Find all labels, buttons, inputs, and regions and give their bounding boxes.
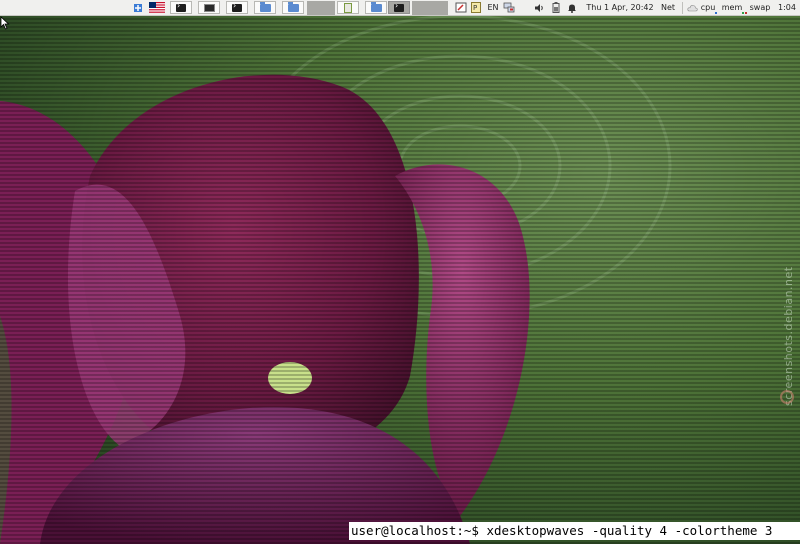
launcher-terminal[interactable]: [170, 1, 192, 14]
tray-cloud[interactable]: [686, 1, 698, 14]
battery-icon: [552, 2, 560, 13]
bell-icon: [568, 4, 576, 13]
cpu-meter: [715, 12, 717, 14]
launcher-terminal-window[interactable]: [198, 1, 220, 14]
terminal-icon: [176, 1, 186, 12]
folder-icon: [370, 1, 382, 12]
tray-network-status[interactable]: [502, 1, 516, 14]
terminal-command: xdesktopwaves -quality 4 -colortheme 3: [486, 523, 773, 538]
terminal-command-line[interactable]: user@localhost:~$ xdesktopwaves -quality…: [349, 522, 800, 540]
network-icon: [503, 2, 515, 13]
launcher-terminal-2[interactable]: [226, 1, 248, 14]
mem-meter: [742, 12, 744, 14]
net-monitor-label[interactable]: Net: [658, 1, 678, 14]
task-notes[interactable]: [337, 1, 359, 14]
folder-icon: [259, 1, 271, 12]
tray-tool-icon: [455, 2, 467, 13]
tray-network-manager[interactable]: [454, 1, 468, 14]
notifications-button[interactable]: [566, 1, 578, 14]
cloud-icon: [686, 4, 698, 11]
svg-text:P: P: [473, 4, 477, 12]
task-folder[interactable]: [365, 1, 387, 14]
notes-icon: [344, 2, 352, 13]
taskbar-spacer-2: [412, 1, 448, 15]
tray-separator: [682, 2, 683, 14]
battery-indicator[interactable]: [550, 1, 562, 14]
swap-meter: [745, 12, 747, 14]
mem-monitor[interactable]: mem: [720, 1, 744, 14]
folder-icon: [287, 1, 299, 12]
keyboard-layout-indicator[interactable]: EN: [486, 1, 500, 14]
speaker-icon: [534, 3, 543, 12]
swap-monitor[interactable]: swap: [745, 1, 773, 14]
terminal-icon: [232, 1, 242, 12]
launcher-folder-2[interactable]: [282, 1, 304, 14]
load-average[interactable]: 1:04: [776, 1, 798, 14]
task-terminal[interactable]: [388, 1, 410, 14]
tray-clipboard[interactable]: P: [470, 1, 482, 14]
watermark-text: screenshots.debian.net: [782, 266, 795, 406]
terminal-icon: [394, 1, 404, 12]
terminal-prompt: user@localhost:~$: [351, 523, 479, 538]
volume-control[interactable]: [533, 1, 545, 14]
cpu-label: cpu: [700, 3, 716, 12]
mem-label: mem: [721, 3, 743, 12]
us-flag-icon: [149, 2, 165, 13]
clock[interactable]: Thu 1 Apr, 20:42: [584, 1, 656, 14]
app-menu-button[interactable]: [132, 1, 144, 14]
swap-label: swap: [749, 3, 771, 12]
terminal-window-icon: [203, 3, 215, 12]
app-menu-icon: [134, 3, 142, 12]
top-panel: P EN Thu 1 Apr, 20:42 Net cpu mem: [0, 0, 800, 16]
cpu-monitor[interactable]: cpu: [699, 1, 717, 14]
clipboard-icon: P: [471, 2, 481, 13]
taskbar-spacer: [307, 1, 335, 15]
language-flag-button[interactable]: [148, 1, 166, 14]
launcher-folder[interactable]: [254, 1, 276, 14]
desktop-background: screenshots.debian.net: [0, 16, 800, 544]
tulip-wallpaper: [0, 16, 672, 544]
watermark-logo-icon: [780, 390, 794, 404]
mouse-cursor-icon: [0, 16, 10, 30]
